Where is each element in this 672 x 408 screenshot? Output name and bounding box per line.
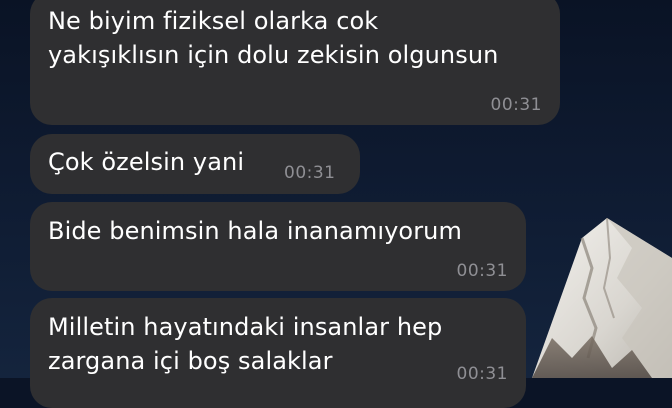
message-bubble[interactable]: Ne biyim fiziksel olarka cok yakışıklısı… [30,0,560,125]
message-timestamp: 00:31 [456,261,508,281]
message-timestamp: 00:31 [456,364,508,384]
message-text: Bide benimsin hala inanamıyorum [48,217,462,245]
message-bubble[interactable]: Bide benimsin hala inanamıyorum 00:31 [30,202,526,291]
message-text: Ne biyim fiziksel olarka cok yakışıklısı… [48,7,499,69]
message-bubble[interactable]: Milletin hayatındaki insanlar hep zargan… [30,298,526,408]
message-timestamp: 00:31 [490,95,542,115]
chat-messages: Ne biyim fiziksel olarka cok yakışıklısı… [0,0,672,408]
message-timestamp: 00:31 [284,163,336,183]
message-text: Çok özelsin yani [48,148,245,176]
message-bubble[interactable]: Çok özelsin yani 00:31 [30,134,360,194]
message-text: Milletin hayatındaki insanlar hep zargan… [48,313,443,375]
